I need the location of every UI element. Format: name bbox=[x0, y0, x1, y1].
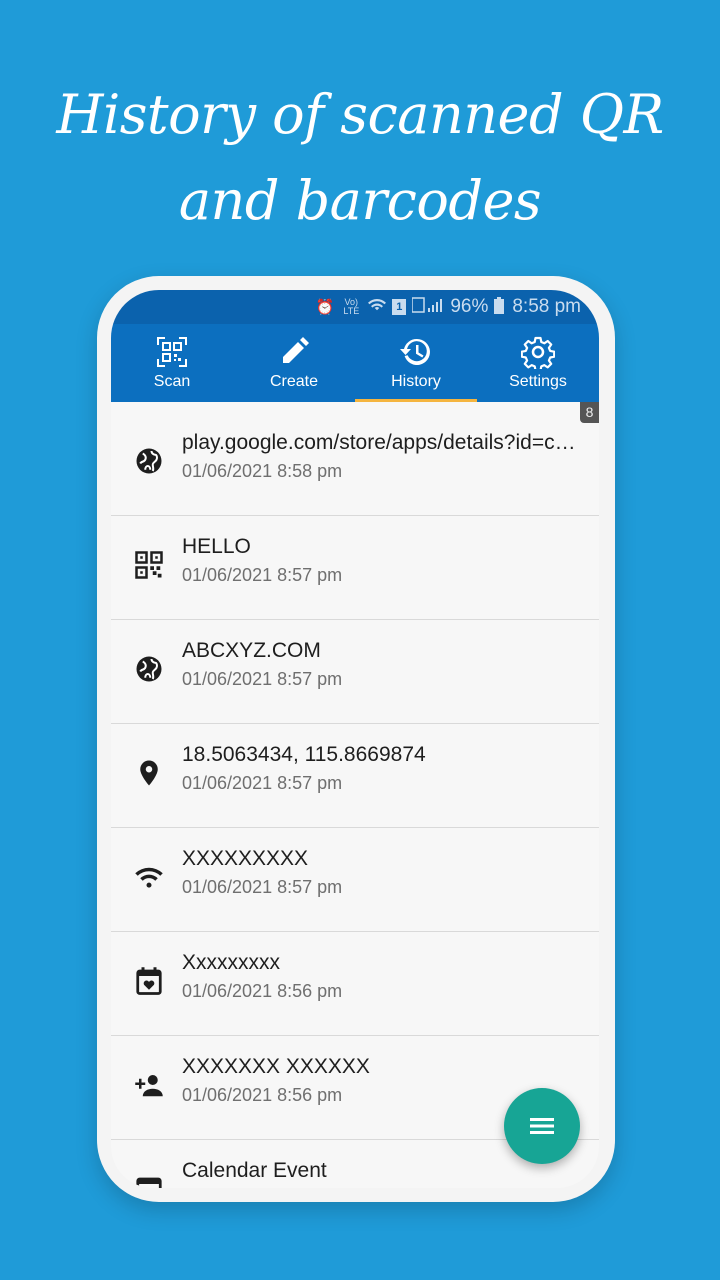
add-contact-icon bbox=[133, 1069, 165, 1101]
tab-history-label: History bbox=[391, 373, 441, 390]
gear-icon bbox=[521, 336, 555, 369]
list-item[interactable]: play.google.com/store/apps/details?id=co… bbox=[111, 412, 599, 516]
list-item[interactable]: ABCXYZ.COM 01/06/2021 8:57 pm bbox=[111, 620, 599, 724]
item-title: XXXXXXX XXXXXX bbox=[182, 1055, 370, 1078]
calendar-icon bbox=[133, 1173, 165, 1188]
item-title: 18.5063434, 115.8669874 bbox=[182, 743, 426, 766]
headline-line-2: and barcodes bbox=[178, 169, 542, 232]
globe-icon bbox=[133, 653, 165, 685]
tab-settings-label: Settings bbox=[509, 373, 567, 390]
status-bar: ⏰ Vo) LTE 1 96% 8:58 pm bbox=[111, 290, 599, 324]
item-date: 01/06/2021 8:58 pm bbox=[182, 461, 343, 481]
item-date: 01/06/2021 8:57 pm bbox=[182, 669, 343, 689]
item-title: XXXXXXXXX bbox=[182, 847, 309, 870]
item-title: play.google.com/store/apps/details?id=co… bbox=[182, 431, 582, 454]
phone-screen: ⏰ Vo) LTE 1 96% 8:58 pm Scan Create Hist… bbox=[111, 290, 599, 1188]
globe-icon bbox=[133, 445, 165, 477]
menu-fab-button[interactable] bbox=[504, 1088, 580, 1164]
tab-scan-label: Scan bbox=[153, 373, 191, 390]
wifi-icon bbox=[133, 861, 165, 893]
item-title: Calendar Event bbox=[182, 1159, 327, 1182]
item-title: ABCXYZ.COM bbox=[182, 639, 321, 662]
location-pin-icon bbox=[133, 757, 165, 789]
sim-slot-badge: 1 bbox=[392, 299, 407, 315]
tab-create[interactable]: Create bbox=[233, 324, 355, 402]
qr-code-icon bbox=[157, 337, 187, 367]
tab-scan[interactable]: Scan bbox=[111, 324, 233, 402]
item-date: 01/06/2021 8:56 pm bbox=[182, 981, 343, 1001]
list-item[interactable]: XXXXXXXXX 01/06/2021 8:57 pm bbox=[111, 828, 599, 932]
pencil-icon bbox=[283, 337, 309, 363]
calendar-heart-icon bbox=[133, 965, 165, 997]
alarm-icon: ⏰ bbox=[315, 299, 335, 316]
volte-label: Vo) LTE bbox=[343, 297, 360, 316]
clock: 8:58 pm bbox=[512, 296, 581, 317]
menu-icon bbox=[530, 1118, 554, 1134]
history-icon bbox=[400, 338, 430, 365]
item-date: 01/06/2021 8:57 pm bbox=[182, 877, 343, 897]
tab-history[interactable]: History bbox=[355, 324, 477, 402]
qr-code-icon bbox=[133, 549, 165, 581]
wifi-status-icon bbox=[368, 298, 387, 316]
item-title: HELLO bbox=[182, 535, 251, 558]
battery-icon bbox=[494, 296, 505, 318]
list-item[interactable]: Xxxxxxxxx 01/06/2021 8:56 pm bbox=[111, 932, 599, 1036]
item-title: Xxxxxxxxx bbox=[182, 951, 281, 974]
signal-icon bbox=[411, 297, 443, 317]
history-list: play.google.com/store/apps/details?id=co… bbox=[111, 412, 599, 1188]
list-item[interactable]: 18.5063434, 115.8669874 01/06/2021 8:57 … bbox=[111, 724, 599, 828]
item-date: 01/06/2021 8:56 pm bbox=[182, 1085, 343, 1105]
item-date: 01/06/2021 8:57 pm bbox=[182, 565, 343, 585]
tab-bar: Scan Create History Settings bbox=[111, 324, 599, 402]
headline-line-1: History of scanned QR bbox=[56, 83, 664, 146]
battery-percent: 96% bbox=[450, 296, 489, 317]
tab-create-label: Create bbox=[269, 373, 319, 390]
item-date: 01/06/2021 8:57 pm bbox=[182, 773, 343, 793]
tab-settings[interactable]: Settings bbox=[477, 324, 599, 402]
list-item[interactable]: HELLO 01/06/2021 8:57 pm bbox=[111, 516, 599, 620]
headline: History of scanned QR and barcodes bbox=[0, 72, 720, 244]
